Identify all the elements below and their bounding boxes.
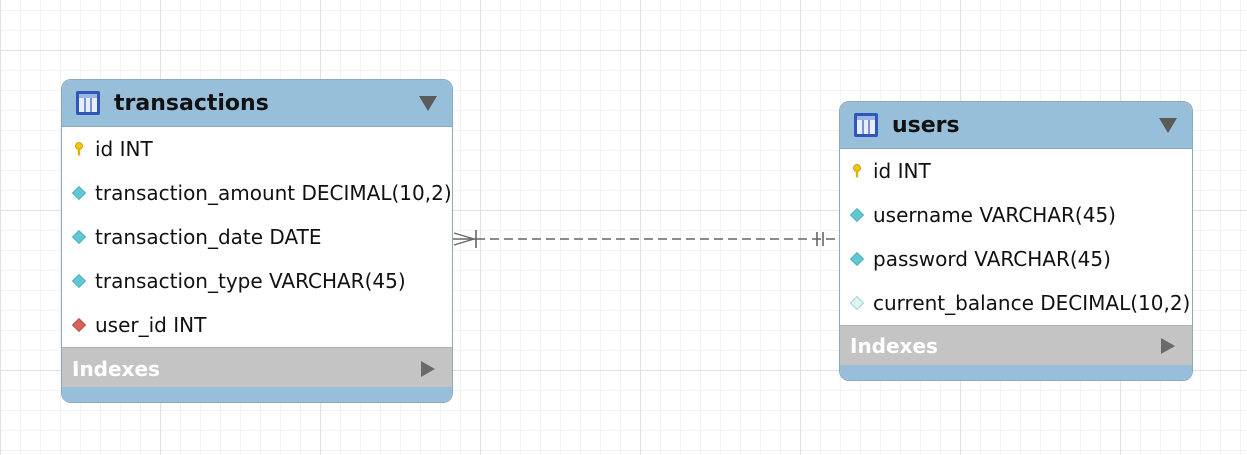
relationship-connector[interactable] [0,0,1247,455]
er-diagram-canvas[interactable]: transactions id INT transaction_amount D… [0,0,1247,455]
crows-foot-icon [453,232,475,240]
